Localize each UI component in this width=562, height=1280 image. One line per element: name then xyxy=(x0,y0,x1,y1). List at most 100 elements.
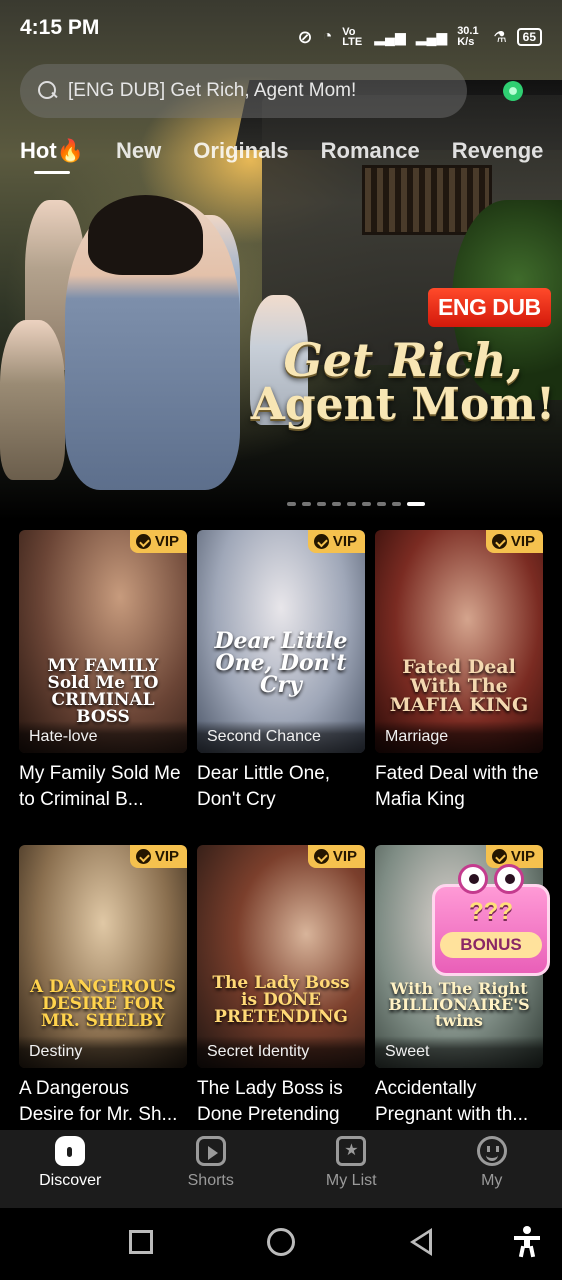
speed-label: 30.1 K/s xyxy=(457,25,479,48)
poster-title: A DANGEROUS DESIRE FOR MR. SHELBY xyxy=(29,977,177,1031)
bonus-eye-icon xyxy=(458,864,488,894)
drama-poster[interactable]: Fated Deal With The MAFIA KING VIP Marri… xyxy=(375,530,543,753)
status-icons: ⊘ ◔ Vo LTE ▂▄▆ ▂▄▆ 30.1 K/s ⚗ 65 xyxy=(298,16,542,58)
drama-title[interactable]: A Dangerous Desire for Mr. Sh... xyxy=(19,1076,187,1128)
drama-poster[interactable]: Dear Little One, Don't Cry VIP Second Ch… xyxy=(197,530,365,753)
signal-icon: ▂▄▆ xyxy=(374,28,406,45)
search-placeholder: [ENG DUB] Get Rich, Agent Mom! xyxy=(68,80,357,101)
hero-main-figure-hair xyxy=(88,195,203,275)
drama-poster[interactable]: The Lady Boss is DONE PRETENDING VIP Sec… xyxy=(197,845,365,1068)
carousel-dot xyxy=(302,502,311,506)
carousel-indicator xyxy=(0,502,562,506)
vip-badge: VIP xyxy=(307,845,365,868)
drama-grid: MY FAMILY Sold Me TO CRIMINAL BOSS VIP H… xyxy=(19,530,547,1128)
nav-label: Shorts xyxy=(187,1172,234,1189)
carousel-dot xyxy=(287,502,296,506)
tab-romance[interactable]: Romance xyxy=(321,138,420,164)
drama-title[interactable]: Dear Little One, Don't Cry xyxy=(197,761,365,813)
drama-poster[interactable]: MY FAMILY Sold Me TO CRIMINAL BOSS VIP H… xyxy=(19,530,187,753)
genre-tag: Secret Identity xyxy=(197,1036,365,1068)
hero-title-line2: Agent Mom! xyxy=(250,379,556,431)
crown-icon xyxy=(135,534,151,549)
bonus-eye-icon xyxy=(494,864,524,894)
category-tabs: Hot🔥 New Originals Romance Revenge xyxy=(20,138,544,174)
carousel-dot xyxy=(332,502,341,506)
genre-tag: Second Chance xyxy=(197,721,365,753)
vip-label: VIP xyxy=(154,848,179,865)
nav-my[interactable]: My xyxy=(422,1130,562,1208)
drama-title[interactable]: The Lady Boss is Done Pretending xyxy=(197,1076,365,1128)
wifi-icon: ◔ xyxy=(322,28,333,45)
vip-label: VIP xyxy=(154,533,179,550)
tab-new[interactable]: New xyxy=(116,138,161,164)
vip-badge: VIP xyxy=(307,530,365,553)
battery-indicator: 65 xyxy=(516,28,542,46)
bottom-nav: Discover Shorts My List My xyxy=(0,1130,562,1208)
genre-tag: Destiny xyxy=(19,1036,187,1068)
gem-icon[interactable] xyxy=(503,81,523,101)
nav-label: Discover xyxy=(39,1172,102,1189)
vip-badge: VIP xyxy=(129,530,187,553)
profile-icon xyxy=(476,1136,507,1166)
home-button-icon[interactable] xyxy=(267,1228,295,1256)
flask-icon: ⚗ xyxy=(493,29,507,46)
tab-originals[interactable]: Originals xyxy=(193,138,288,164)
crown-icon xyxy=(313,849,329,864)
hero-figure xyxy=(0,320,65,480)
poster-title: Fated Deal With The MAFIA KING xyxy=(389,656,529,716)
dnd-icon: ⊘ xyxy=(297,26,313,47)
poster-title: Dear Little One, Don't Cry xyxy=(214,628,348,698)
crown-icon xyxy=(135,849,151,864)
carousel-dot xyxy=(347,502,356,506)
bonus-question-marks: ??? xyxy=(469,898,513,925)
status-time: 4:15 PM xyxy=(20,16,100,39)
network-label: Vo LTE xyxy=(342,26,363,48)
search-bar[interactable]: [ENG DUB] Get Rich, Agent Mom! xyxy=(20,64,467,118)
vip-label: VIP xyxy=(332,848,357,865)
poster-title: With The Right BILLIONAIRE'S twins xyxy=(388,979,530,1030)
vip-badge: VIP xyxy=(129,845,187,868)
bonus-label: BONUS xyxy=(440,932,542,958)
genre-tag: Marriage xyxy=(375,721,543,753)
genre-tag: Sweet xyxy=(375,1036,543,1068)
accessibility-icon[interactable] xyxy=(514,1226,540,1258)
vip-badge: VIP xyxy=(485,530,543,553)
recents-icon[interactable] xyxy=(129,1230,153,1254)
nav-label: My xyxy=(481,1172,503,1189)
back-icon[interactable] xyxy=(410,1228,432,1256)
bonus-widget[interactable]: ??? BONUS xyxy=(428,862,554,982)
home-icon xyxy=(55,1136,86,1166)
system-nav-bar xyxy=(0,1208,562,1280)
drama-card[interactable]: Fated Deal With The MAFIA KING VIP Marri… xyxy=(375,530,543,813)
crown-icon xyxy=(491,534,507,549)
carousel-dot xyxy=(392,502,401,506)
eng-dub-badge: ENG DUB xyxy=(428,288,551,327)
genre-tag: Hate-love xyxy=(19,721,187,753)
tab-revenge[interactable]: Revenge xyxy=(452,138,544,164)
carousel-dot-active xyxy=(407,502,425,506)
nav-my-list[interactable]: My List xyxy=(281,1130,422,1208)
carousel-dot xyxy=(362,502,371,506)
drama-poster[interactable]: A DANGEROUS DESIRE FOR MR. SHELBY VIP De… xyxy=(19,845,187,1068)
drama-title[interactable]: My Family Sold Me to Criminal B... xyxy=(19,761,187,813)
carousel-dot xyxy=(317,502,326,506)
drama-card[interactable]: MY FAMILY Sold Me TO CRIMINAL BOSS VIP H… xyxy=(19,530,187,813)
status-bar: 4:15 PM ⊘ ◔ Vo LTE ▂▄▆ ▂▄▆ 30.1 K/s ⚗ 65 xyxy=(0,0,562,58)
hero-title-line1: Get Rich, xyxy=(283,333,523,387)
nav-shorts[interactable]: Shorts xyxy=(141,1130,282,1208)
star-list-icon xyxy=(336,1136,367,1166)
drama-card[interactable]: The Lady Boss is DONE PRETENDING VIP Sec… xyxy=(197,845,365,1128)
play-icon xyxy=(195,1136,226,1166)
nav-label: My List xyxy=(325,1172,377,1189)
drama-card[interactable]: A DANGEROUS DESIRE FOR MR. SHELBY VIP De… xyxy=(19,845,187,1128)
nav-discover[interactable]: Discover xyxy=(0,1130,141,1208)
drama-title[interactable]: Accidentally Pregnant with th... xyxy=(375,1076,543,1128)
tab-hot[interactable]: Hot🔥 xyxy=(20,138,84,174)
poster-title: The Lady Boss is DONE PRETENDING xyxy=(212,973,350,1027)
drama-card[interactable]: Dear Little One, Don't Cry VIP Second Ch… xyxy=(197,530,365,813)
drama-title[interactable]: Fated Deal with the Mafia King xyxy=(375,761,543,813)
carousel-dot xyxy=(377,502,386,506)
vip-label: VIP xyxy=(332,533,357,550)
crown-icon xyxy=(313,534,329,549)
signal-icon: ▂▄▆ xyxy=(415,28,448,45)
